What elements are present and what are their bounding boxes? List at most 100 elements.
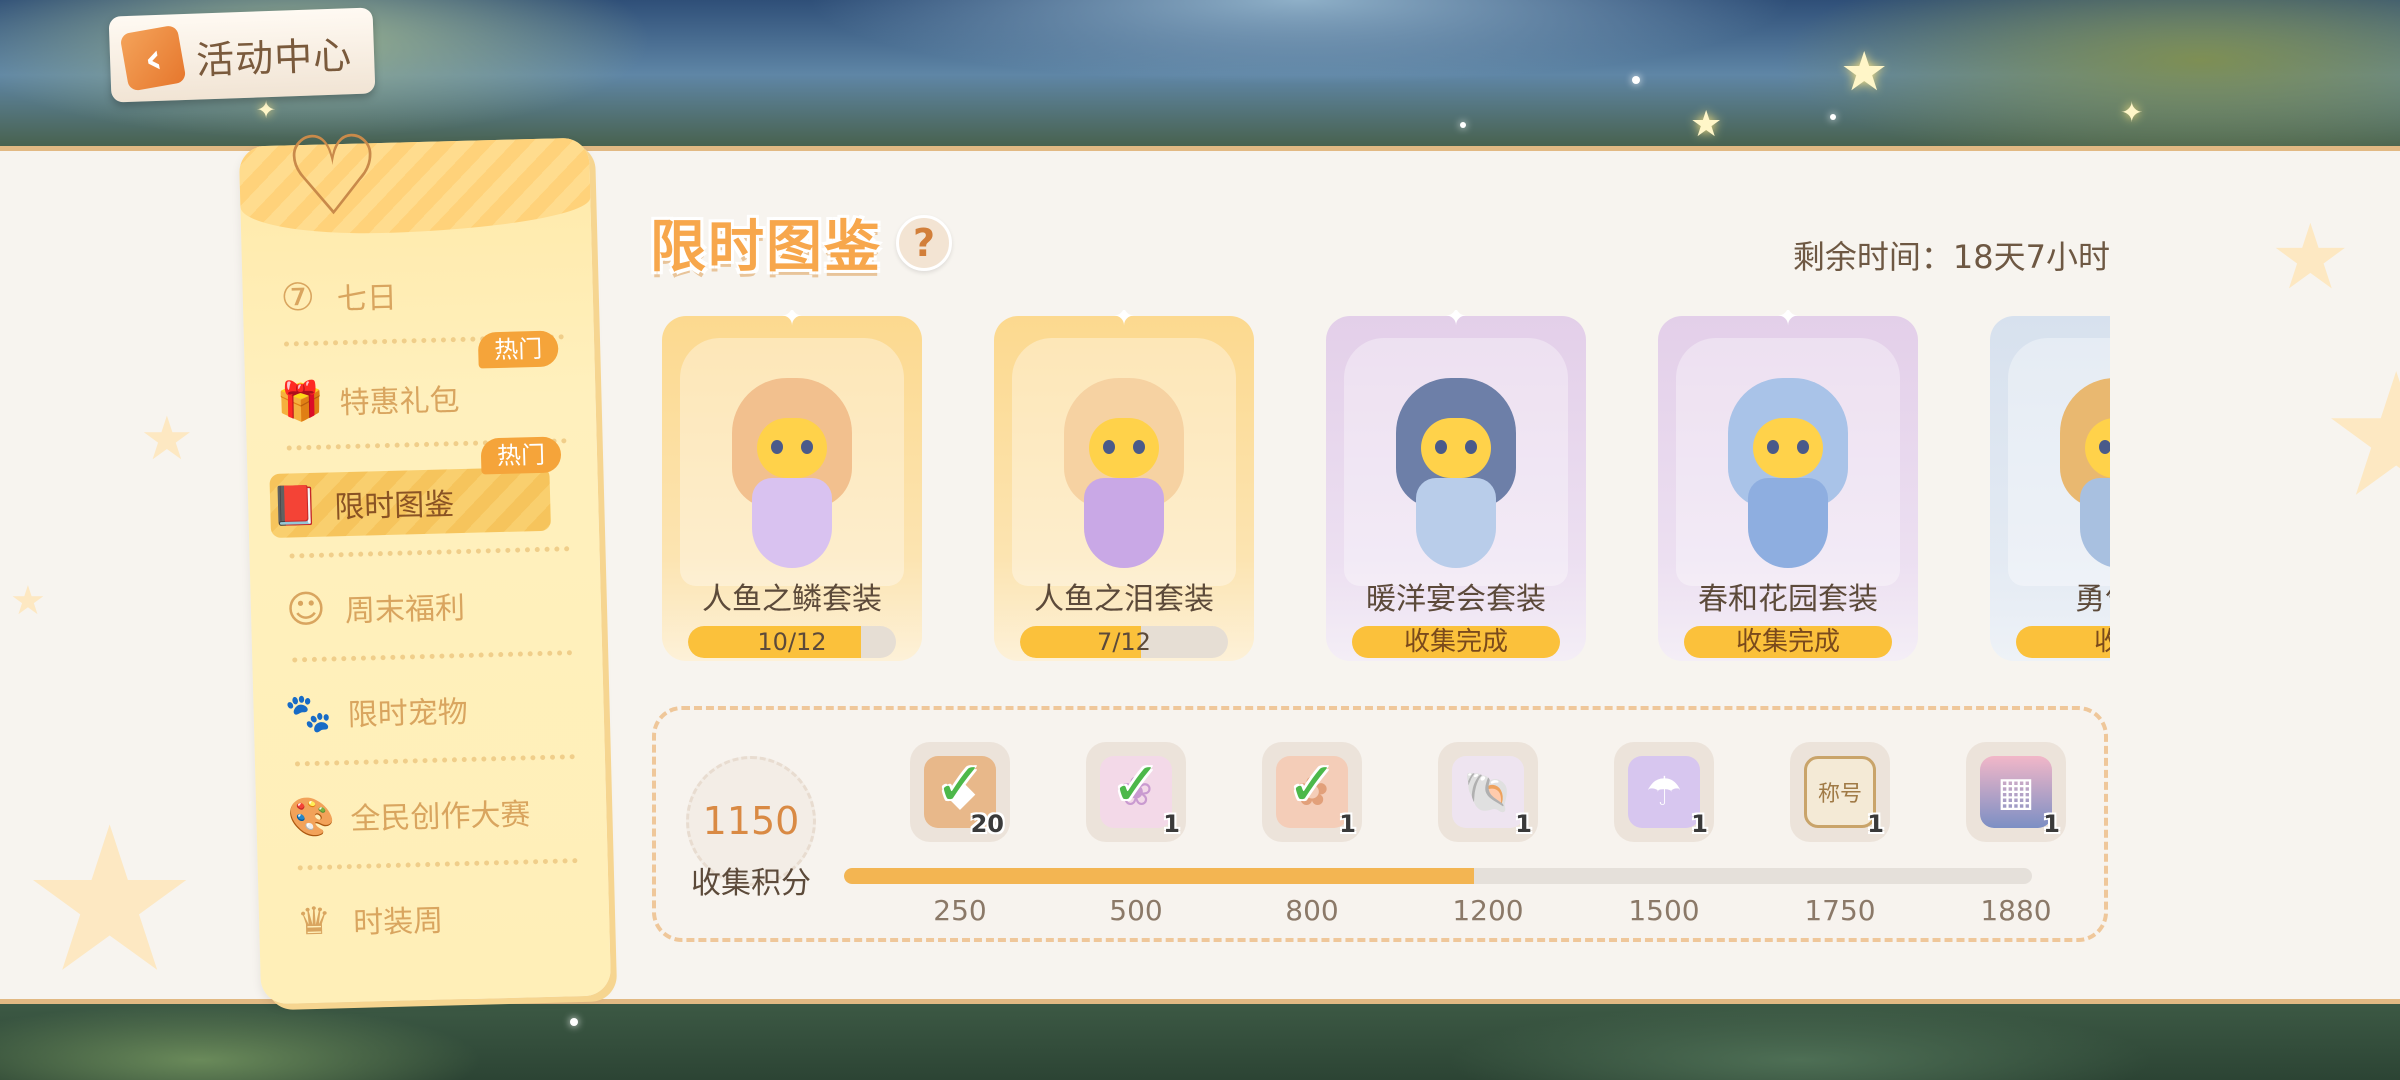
sidebar-divider — [297, 858, 578, 871]
remaining-time-value: 18天7小时 — [1952, 238, 2110, 276]
reward-milestone: 800 — [1285, 894, 1339, 927]
card-portrait-frame — [2008, 338, 2110, 586]
reward-milestone: 1750 — [1804, 894, 1876, 927]
reward-item[interactable]: ▦ 1 — [1966, 742, 2066, 842]
reward-progress-fill — [844, 868, 1474, 884]
back-button-label: 活动中心 — [195, 32, 353, 83]
suit-name: 人鱼之泪套装 — [1034, 582, 1214, 617]
seashell-icon: 🐚 — [1452, 756, 1524, 828]
character-portrait — [1391, 378, 1521, 578]
check-icon: ✓ — [1110, 750, 1162, 820]
reward-milestone: 250 — [933, 894, 987, 927]
sidebar-item-special-gift[interactable]: 🎁 特惠礼包 — [275, 362, 567, 434]
sidebar-item-limited-album[interactable]: 📕 限时图鉴 — [269, 466, 551, 539]
sidebar-item-label: 限时图鉴 — [333, 487, 455, 526]
chevron-left-icon: ‹ — [119, 24, 187, 92]
hot-badge: 热门 — [480, 436, 562, 475]
suit-progress-text: 7/12 — [1097, 628, 1151, 656]
sidebar-item-creation-contest[interactable]: 🎨 全民创作大赛 — [286, 778, 578, 850]
suit-card[interactable]: ✦ 勇气水 收集 — [1990, 310, 2110, 661]
card-portrait-frame — [1012, 338, 1236, 586]
star-sparkle-icon: ✦ — [256, 96, 277, 124]
sidebar-item-label: 七日 — [336, 280, 398, 318]
suit-card[interactable]: ✦ 暖洋宴会套装 收集完成 — [1326, 310, 1586, 661]
reward-milestone: 1500 — [1628, 894, 1700, 927]
decor-star-icon: ★ — [2270, 205, 2351, 310]
star-sparkle-icon: ✦ — [2120, 96, 2144, 129]
sidebar-divider — [292, 650, 573, 663]
reward-quantity: 1 — [1867, 810, 1884, 838]
card-crest-icon: ✦ — [1445, 310, 1467, 332]
remaining-time: 剩余时间：18天7小时 — [1700, 232, 2110, 278]
collection-score-label: 收集积分 — [691, 866, 811, 901]
reward-quantity: 1 — [2043, 810, 2060, 838]
sidebar-item-label: 全民创作大赛 — [350, 797, 531, 838]
remaining-time-label: 剩余时间： — [1792, 238, 1953, 276]
page-title: 限时图鉴 — [650, 215, 882, 280]
reward-item[interactable]: ❀ ✓ 1 — [1086, 742, 1186, 842]
character-portrait — [727, 378, 857, 578]
suit-card-list: ✦ 人鱼之鳞套装 10/12 ✦ 人鱼之泪套装 7/12 ✦ 暖洋宴会套装 收集… — [660, 310, 2110, 665]
suit-name: 春和花园套装 — [1698, 582, 1878, 617]
reward-item[interactable]: 🐚 1 — [1438, 742, 1538, 842]
suit-card[interactable]: ✦ 人鱼之泪套装 7/12 — [994, 310, 1254, 661]
sparkle-dot — [1632, 76, 1640, 84]
background-ground — [0, 1000, 2400, 1080]
reward-item[interactable]: 称号 1 — [1790, 742, 1890, 842]
card-crest-icon: ✦ — [2085, 310, 2110, 332]
hot-badge: 热门 — [477, 330, 559, 369]
suit-card[interactable]: ✦ 春和花园套装 收集完成 — [1658, 310, 1918, 661]
sparkle-dot — [1460, 122, 1466, 128]
jellyfish-icon: ☂ — [1628, 756, 1700, 828]
card-portrait-frame — [680, 338, 904, 586]
title-row: 限时图鉴 ? — [650, 202, 952, 283]
suit-name: 暖洋宴会套装 — [1366, 582, 1546, 617]
decor-star-icon: ★ — [10, 578, 46, 624]
card-portrait-frame — [1676, 338, 1900, 586]
crown-icon: ♛ — [296, 898, 332, 944]
reward-progress-track — [844, 868, 2032, 884]
card-crest-icon: ✦ — [1777, 310, 1799, 332]
collection-rewards: 1150 收集积分 ◆ ✓ 20 250 ❀ ✓ 1 500 ✿ ✓ 1 800… — [652, 706, 2108, 942]
suit-complete-badge: 收集 — [2016, 626, 2110, 658]
scenery-icon: ▦ — [1980, 756, 2052, 828]
sidebar-item-limited-pet[interactable]: 🐾 限时宠物 — [283, 674, 575, 746]
character-portrait — [1059, 378, 1189, 578]
check-icon: ✓ — [1286, 750, 1338, 820]
reward-quantity: 1 — [1515, 810, 1532, 838]
character-portrait — [2055, 378, 2110, 578]
help-button[interactable]: ? — [896, 214, 952, 271]
reward-quantity: 20 — [970, 810, 1004, 838]
character-portrait — [1723, 378, 1853, 578]
sidebar-item-label: 限时宠物 — [347, 694, 469, 734]
reward-milestone: 500 — [1109, 894, 1163, 927]
back-button[interactable]: ‹ 活动中心 — [108, 7, 376, 103]
reward-item[interactable]: ◆ ✓ 20 — [910, 742, 1010, 842]
sidebar-item-fashion-week[interactable]: ♛ 时装周 — [288, 882, 580, 954]
sparkle-dot — [1830, 114, 1836, 120]
suit-complete-badge: 收集完成 — [1684, 626, 1892, 658]
star-sparkle-icon: ★ — [1690, 104, 1723, 145]
reward-quantity: 1 — [1691, 810, 1708, 838]
reward-quantity: 1 — [1163, 810, 1180, 838]
suit-progress-bar: 10/12 — [688, 626, 896, 658]
suit-name: 勇气水 — [2075, 582, 2110, 617]
suit-name: 人鱼之鳞套装 — [702, 582, 882, 617]
sidebar-item-label: 时装周 — [352, 903, 444, 941]
reward-item[interactable]: ✿ ✓ 1 — [1262, 742, 1362, 842]
reward-item[interactable]: ☂ 1 — [1614, 742, 1714, 842]
card-crest-icon: ✦ — [781, 310, 803, 332]
suit-complete-badge: 收集完成 — [1352, 626, 1560, 658]
paw-icon: 🐾 — [284, 689, 333, 736]
heart-clip-icon: ♡ — [281, 111, 384, 242]
sidebar-item-seven-days[interactable]: ⑦ 七日 — [272, 258, 564, 330]
suit-progress-text: 10/12 — [757, 628, 827, 656]
suit-card[interactable]: ✦ 人鱼之鳞套装 10/12 — [662, 310, 922, 661]
sparkle-dot — [570, 1018, 578, 1026]
check-icon: ✓ — [934, 750, 986, 820]
sidebar-item-weekend-bonus[interactable]: ☺ 周末福利 — [280, 570, 572, 642]
gift-icon: 🎁 — [276, 378, 325, 424]
sidebar-divider — [289, 546, 570, 559]
sidebar-item-label: 周末福利 — [344, 590, 466, 630]
star-sparkle-icon: ★ — [1840, 40, 1889, 103]
